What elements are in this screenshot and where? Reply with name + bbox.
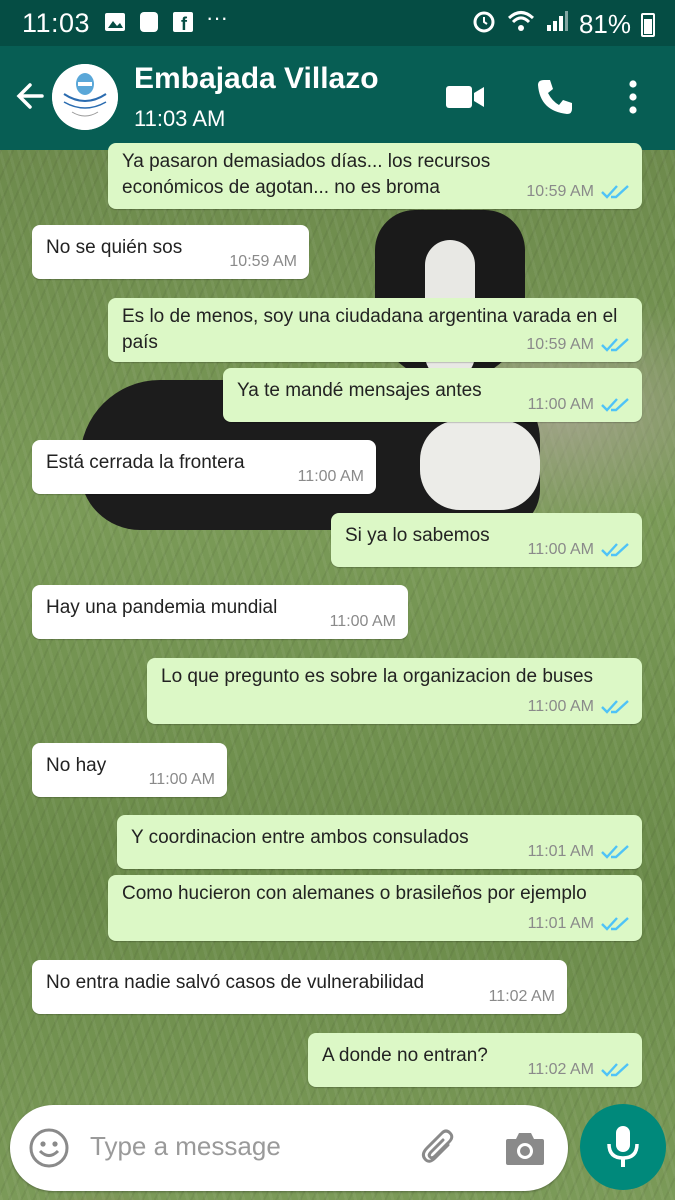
mic-button[interactable] (580, 1104, 666, 1190)
message-outgoing[interactable]: Ya te mandé mensajes antes 11:00 AM (223, 368, 642, 422)
gallery-icon (104, 11, 126, 33)
more-options-icon[interactable] (612, 76, 654, 118)
signal-icon (545, 9, 569, 40)
attach-icon[interactable] (418, 1127, 460, 1169)
more-notifications-icon: ··· (206, 5, 228, 30)
message-time: 11:00 AM (329, 613, 396, 631)
message-text: Si ya lo sabemos (345, 525, 490, 546)
message-incoming[interactable]: No entra nadie salvó casos de vulnerabil… (32, 960, 567, 1014)
message-outgoing[interactable]: Lo que pregunto es sobre la organizacion… (147, 658, 642, 724)
status-bar: 11:03 f ··· 81% (0, 0, 675, 46)
message-time: 11:02 AM (527, 1061, 594, 1079)
read-ticks-icon (601, 1063, 629, 1077)
message-outgoing[interactable]: A donde no entran? 11:02 AM (308, 1033, 642, 1087)
message-text: A donde no entran? (322, 1045, 488, 1066)
read-ticks-icon (601, 917, 629, 931)
message-time: 11:00 AM (527, 541, 594, 559)
alarm-icon (471, 8, 497, 41)
message-text: No entra nadie salvó casos de vulnerabil… (46, 972, 425, 993)
message-time: 11:00 AM (527, 698, 594, 716)
chat-header: Embajada Villazo 11:03 AM (0, 46, 675, 150)
message-text: Lo que pregunto es sobre la organizacion… (161, 666, 594, 687)
message-composer[interactable]: Type a message (10, 1105, 568, 1191)
message-incoming[interactable]: No hay 11:00 AM (32, 743, 227, 797)
message-incoming[interactable]: Hay una pandemia mundial 11:00 AM (32, 585, 408, 639)
read-ticks-icon (601, 338, 629, 352)
emoji-icon[interactable] (28, 1127, 70, 1169)
message-text: Está cerrada la frontera (46, 452, 245, 473)
last-seen: 11:03 AM (134, 106, 226, 131)
message-time: 11:00 AM (148, 771, 215, 789)
message-time: 10:59 AM (526, 336, 594, 354)
message-text: Hay una pandemia mundial (46, 597, 278, 618)
contact-name[interactable]: Embajada Villazo (134, 62, 379, 96)
message-incoming[interactable]: Está cerrada la frontera 11:00 AM (32, 440, 376, 494)
read-ticks-icon (601, 185, 629, 199)
message-outgoing[interactable]: Ya pasaron demasiados días... los recurs… (108, 143, 642, 209)
facebook-icon: f (172, 11, 194, 34)
avatar[interactable] (52, 64, 118, 130)
message-time: 11:02 AM (488, 988, 555, 1006)
battery-percent: 81% (578, 9, 631, 39)
back-arrow-icon[interactable] (12, 78, 48, 114)
message-text: No se quién sos (46, 237, 183, 258)
battery-icon (641, 12, 655, 37)
message-time: 11:00 AM (527, 396, 594, 414)
read-ticks-icon (601, 398, 629, 412)
svg-text:f: f (181, 14, 188, 33)
read-ticks-icon (601, 845, 629, 859)
message-time: 11:01 AM (527, 843, 594, 861)
mic-icon (607, 1126, 639, 1167)
message-time: 11:00 AM (297, 468, 364, 486)
message-text: Y coordinacion entre ambos consulados (131, 827, 469, 848)
message-text: Como hucieron con alemanes o brasileños … (122, 883, 587, 904)
video-call-icon[interactable] (444, 76, 486, 118)
wifi-icon (507, 9, 535, 40)
read-ticks-icon (601, 700, 629, 714)
message-text: Ya pasaron demasiados días... los recurs… (122, 151, 491, 198)
message-outgoing[interactable]: Es lo de menos, soy una ciudadana argent… (108, 298, 642, 362)
message-incoming[interactable]: No se quién sos 10:59 AM (32, 225, 309, 279)
message-time: 11:01 AM (527, 915, 594, 933)
read-ticks-icon (601, 543, 629, 557)
phone-icon[interactable] (534, 76, 576, 118)
app-notification-icon (138, 11, 160, 33)
message-outgoing[interactable]: Si ya lo sabemos 11:00 AM (331, 513, 642, 567)
status-time: 11:03 (22, 8, 91, 38)
message-outgoing[interactable]: Como hucieron con alemanes o brasileños … (108, 875, 642, 941)
message-input[interactable]: Type a message (90, 1131, 281, 1162)
camera-icon[interactable] (504, 1129, 546, 1167)
message-outgoing[interactable]: Y coordinacion entre ambos consulados 11… (117, 815, 642, 869)
message-text: No hay (46, 755, 107, 776)
message-time: 10:59 AM (526, 183, 594, 201)
message-text: Ya te mandé mensajes antes (237, 380, 482, 401)
message-time: 10:59 AM (229, 253, 297, 271)
